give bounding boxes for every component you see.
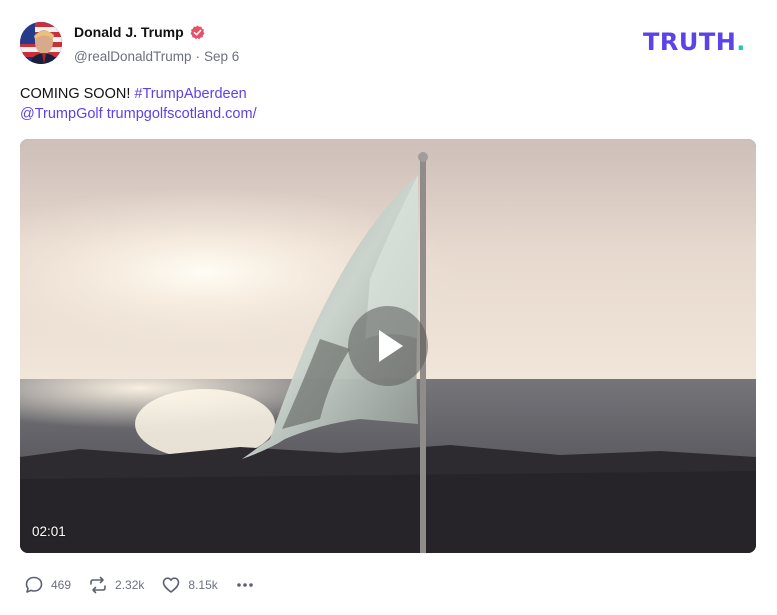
- retruth-icon: [90, 576, 106, 594]
- post-text-prefix: COMING SOON!: [20, 86, 135, 102]
- post-text-line-2: @TrumpGolf trumpgolfscotland.com/: [20, 104, 257, 124]
- reply-button[interactable]: 469: [24, 575, 71, 595]
- reply-count: 469: [51, 578, 72, 592]
- more-icon: [236, 583, 253, 587]
- author-handle[interactable]: @realDonaldTrump: [74, 49, 192, 64]
- avatar[interactable]: [20, 22, 62, 64]
- post-date[interactable]: Sep 6: [204, 49, 239, 64]
- play-button[interactable]: [348, 306, 428, 386]
- verified-badge-icon: [190, 24, 205, 40]
- url-link[interactable]: trumpgolfscotland.com/: [107, 106, 257, 122]
- more-button[interactable]: [235, 575, 255, 595]
- retruth-count: 2.32k: [115, 578, 145, 592]
- video-duration: 02:01: [32, 524, 66, 539]
- like-count: 8.15k: [188, 578, 218, 592]
- heart-icon: [163, 577, 180, 593]
- like-button[interactable]: 8.15k: [161, 575, 218, 595]
- truth-logo[interactable]: TRUTH.: [643, 30, 746, 54]
- retruth-button[interactable]: 2.32k: [88, 575, 144, 595]
- truth-post: Donald J. Trump @realDonaldTrump · Sep 6 T…: [0, 0, 777, 615]
- logo-text: TRUTH: [643, 28, 737, 56]
- play-icon: [379, 330, 403, 362]
- post-text-line-1: COMING SOON! #TrumpAberdeen: [20, 84, 257, 104]
- reply-icon: [25, 576, 43, 593]
- author-name[interactable]: Donald J. Trump: [74, 24, 184, 40]
- hashtag-link[interactable]: #TrumpAberdeen: [134, 86, 246, 102]
- post-text: COMING SOON! #TrumpAberdeen @TrumpGolf t…: [20, 84, 257, 124]
- post-actions: 469 2.32k 8.15k: [24, 574, 272, 596]
- meta-separator: ·: [195, 49, 201, 64]
- author-block: Donald J. Trump @realDonaldTrump · Sep 6: [74, 24, 239, 64]
- logo-period: .: [736, 28, 746, 56]
- mention-link[interactable]: @TrumpGolf: [20, 106, 103, 122]
- post-meta: @realDonaldTrump · Sep 6: [74, 49, 239, 64]
- video-player[interactable]: 02:01: [20, 139, 756, 553]
